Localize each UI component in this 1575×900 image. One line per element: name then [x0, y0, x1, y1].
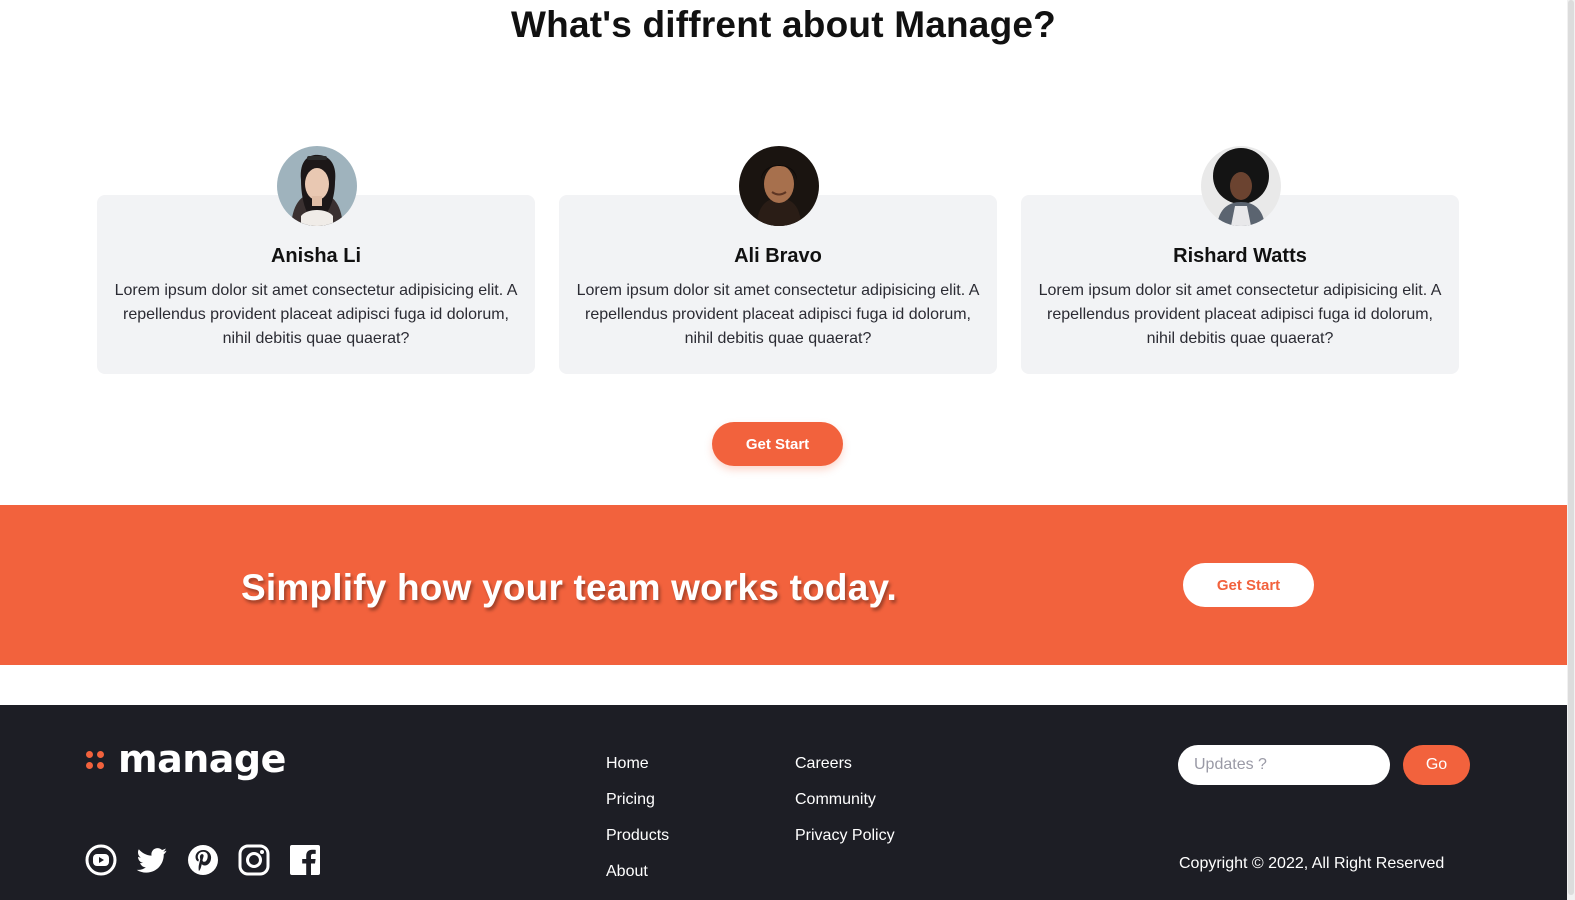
testimonial-name: Anisha Li	[270, 245, 361, 267]
footer-link-community[interactable]: Community	[795, 782, 895, 818]
footer-link-products[interactable]: Products	[606, 818, 669, 854]
go-button[interactable]: Go	[1403, 745, 1470, 785]
avatar	[277, 146, 357, 226]
logo[interactable]: manage	[86, 737, 286, 781]
testimonial-text: Lorem ipsum dolor sit amet consectetur a…	[114, 282, 518, 347]
avatar	[1201, 146, 1281, 226]
cta-heading: Simplify how your team works today.	[241, 567, 897, 608]
get-start-button[interactable]: Get Start	[712, 422, 843, 466]
testimonial-name: Rishard Watts	[1173, 245, 1307, 267]
testimonial-cards: Anisha Li Lorem ipsum dolor sit amet con…	[97, 146, 1460, 376]
facebook-icon[interactable]	[289, 844, 321, 876]
footer-link-about[interactable]: About	[606, 854, 669, 890]
copyright-text: Copyright © 2022, All Right Reserved	[1179, 855, 1445, 872]
scrollbar-thumb[interactable]	[1568, 0, 1574, 895]
cta-banner: Simplify how your team works today. Get …	[0, 505, 1567, 665]
footer-link-careers[interactable]: Careers	[795, 746, 895, 782]
section-title: What's diffrent about Manage?	[511, 4, 1056, 45]
testimonial-text: Lorem ipsum dolor sit amet consectetur a…	[1038, 282, 1442, 347]
footer-nav-primary: Home Pricing Products About	[606, 746, 669, 890]
cta-get-start-button[interactable]: Get Start	[1183, 563, 1314, 607]
footer-link-privacy-policy[interactable]: Privacy Policy	[795, 818, 895, 854]
footer-nav-secondary: Careers Community Privacy Policy	[795, 746, 895, 854]
twitter-icon[interactable]	[136, 844, 168, 876]
logo-text: manage	[118, 737, 286, 781]
logo-mark-icon	[86, 747, 110, 771]
scrollbar[interactable]	[1567, 0, 1575, 900]
pinterest-icon[interactable]	[187, 844, 219, 876]
testimonial-text: Lorem ipsum dolor sit amet consectetur a…	[576, 282, 980, 347]
footer: manage Home Pricing Products About Caree…	[0, 705, 1567, 900]
page: What's diffrent about Manage? Anisha Li …	[0, 0, 1575, 900]
youtube-icon[interactable]	[85, 844, 117, 876]
footer-link-home[interactable]: Home	[606, 746, 669, 782]
newsletter-input[interactable]	[1178, 745, 1390, 785]
testimonial-name: Ali Bravo	[734, 245, 822, 267]
footer-link-pricing[interactable]: Pricing	[606, 782, 669, 818]
social-links	[85, 844, 321, 876]
avatar	[739, 146, 819, 226]
instagram-icon[interactable]	[238, 844, 270, 876]
